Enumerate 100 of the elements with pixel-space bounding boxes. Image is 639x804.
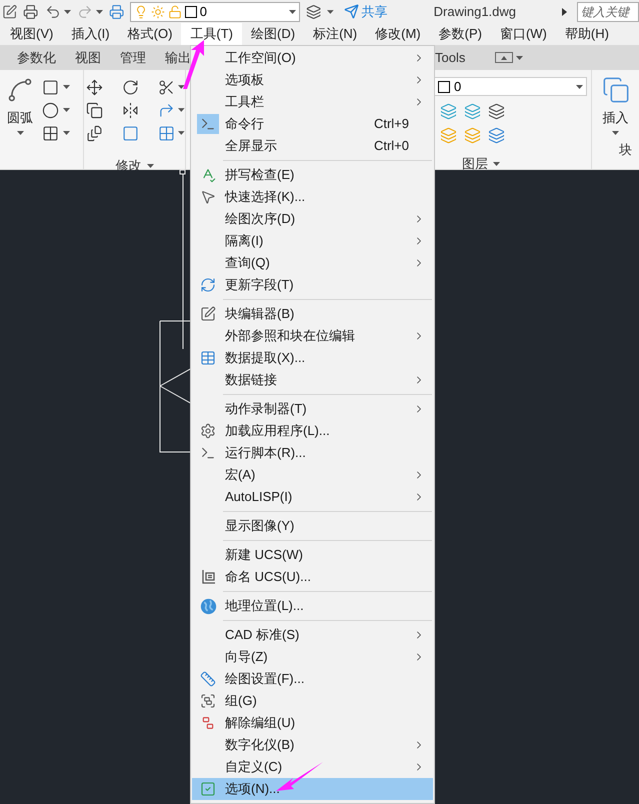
color-swatch (438, 80, 450, 92)
menu-bar-item[interactable]: 帮助(H) (556, 23, 618, 45)
caret-icon (326, 10, 334, 14)
ellipse-icon (42, 102, 58, 118)
terminal-icon (200, 445, 216, 461)
arc-button[interactable]: 圆弧 (4, 76, 36, 169)
menu-item[interactable]: CAD 标准(S) (192, 624, 433, 646)
menu-item[interactable]: 解除编组(U) (192, 712, 433, 734)
menu-item[interactable]: 块编辑器(B) (192, 303, 433, 325)
menu-item[interactable]: 命名 UCS(U)... (192, 566, 433, 588)
panel-label: 图层 (462, 155, 488, 173)
ribbon-tab[interactable]: 输出 (165, 48, 191, 68)
menu-item[interactable]: 选项板 (192, 69, 433, 91)
menu-bar-item[interactable]: 插入(I) (62, 23, 119, 45)
insert-button[interactable]: 插入 (602, 76, 630, 134)
menu-bar-item[interactable]: 视图(V) (1, 23, 62, 45)
menu-item[interactable]: 宏(A) (192, 464, 433, 486)
layer-properties-icon (306, 4, 321, 20)
caret-icon (63, 108, 70, 112)
menu-item[interactable]: 数字化仪(B) (192, 734, 433, 756)
caret-icon (288, 10, 296, 14)
menu-bar-item[interactable]: 格式(O) (118, 23, 182, 45)
menu-item[interactable]: 全屏显示 Ctrl+0 (192, 135, 433, 157)
menu-item[interactable]: 显示图像(Y) (192, 515, 433, 537)
caret-icon (576, 84, 583, 88)
menu-bar-item[interactable]: 工具(T) (181, 23, 242, 45)
menu-item[interactable]: 运行脚本(R)... (192, 442, 433, 464)
menu-item[interactable]: 向导(Z) (192, 646, 433, 668)
menu-bar-item[interactable]: 窗口(W) (490, 23, 556, 45)
menu-item[interactable]: 拼写检查(E) (192, 164, 433, 186)
ribbon-tab[interactable]: Tools (435, 48, 466, 68)
rectangle-icon (42, 78, 58, 96)
share-button[interactable]: 共享 (344, 2, 388, 22)
menu-item[interactable]: 外部参照和块在位编辑 (192, 325, 433, 347)
menu-item[interactable]: 动作录制器(T) (192, 398, 433, 420)
menu-item[interactable]: 地理位置(L)... (192, 595, 433, 617)
ellipse-button[interactable] (40, 100, 60, 120)
ribbon-tab[interactable]: 视图 (75, 48, 101, 68)
layer-dropdown[interactable]: 0 (130, 2, 300, 22)
caret-icon (16, 130, 24, 134)
menu-bar-item[interactable]: 参数(P) (430, 23, 491, 45)
gear-icon (200, 423, 216, 439)
caret-icon (178, 85, 185, 89)
menu-item[interactable]: 数据提取(X)... (192, 347, 433, 369)
shortcut-text: Ctrl+9 (374, 115, 409, 134)
pointer-icon (200, 189, 216, 205)
menu-bar-item[interactable]: 绘图(D) (242, 23, 304, 45)
menu-item[interactable]: AutoLISP(I) (192, 486, 433, 508)
menu-item[interactable]: 数据链接 (192, 369, 433, 391)
menu-item[interactable]: 组(G) (192, 690, 433, 712)
menu-item[interactable]: 工作空间(O) (192, 47, 433, 69)
menu-item[interactable]: 隔离(I) (192, 230, 433, 252)
copy-button[interactable] (84, 100, 104, 120)
layer-dropdown[interactable]: 0 (434, 77, 587, 96)
trim-icon (158, 78, 175, 96)
table-icon (200, 350, 216, 366)
caret-icon (146, 164, 154, 168)
menu-item[interactable]: 绘图次序(D) (192, 208, 433, 230)
pen-icon (200, 306, 216, 322)
menu-item[interactable]: 自定义(C) (192, 756, 433, 778)
menu-item[interactable]: 选项(N)... (192, 778, 433, 800)
search-field[interactable]: 键入关键 (577, 2, 639, 22)
caret-icon (63, 85, 70, 89)
ungroup-icon (200, 715, 216, 731)
panel-label: 块 (619, 140, 632, 158)
sun-icon (150, 4, 165, 18)
menu-bar-item[interactable]: 修改(M) (366, 23, 430, 45)
menu-item[interactable]: 绘图设置(F)... (192, 668, 433, 690)
menu-item[interactable]: 工具栏 (192, 91, 433, 113)
menu-item[interactable]: 加载应用程序(L)... (192, 420, 433, 442)
print-icon (23, 4, 38, 20)
group-icon (200, 693, 216, 709)
shortcut-text: Ctrl+0 (374, 137, 409, 156)
move-icon (86, 78, 102, 96)
expand-arrow-icon (562, 8, 568, 16)
caret-icon (63, 131, 70, 135)
menu-item[interactable]: 快速选择(K)... (192, 186, 433, 208)
caret-icon (178, 108, 185, 112)
undo-icon (44, 4, 60, 20)
mirror-icon (122, 102, 139, 118)
menu-bar-item[interactable]: 标注(N) (304, 23, 366, 45)
menu-item[interactable]: 查询(Q) (192, 252, 433, 274)
panel-toggle-icon (495, 52, 514, 63)
array-icon (158, 124, 175, 142)
menu-item[interactable]: 新建 UCS(W) (192, 544, 433, 566)
color-swatch (184, 6, 197, 18)
copy-icon (86, 102, 102, 118)
unlock-icon (168, 4, 182, 18)
caret-icon (493, 162, 500, 166)
document-title: Drawing1.dwg (434, 2, 516, 21)
send-icon (344, 4, 359, 19)
ribbon-tab[interactable]: 管理 (120, 48, 146, 68)
caret-icon (96, 10, 102, 14)
ribbon-tab[interactable]: 参数化 (17, 48, 56, 68)
redo-icon (76, 4, 92, 20)
rotate-icon (122, 78, 139, 96)
menu-item[interactable]: 命令行 Ctrl+9 (192, 113, 433, 135)
move-button[interactable] (84, 77, 104, 97)
caret-icon (178, 131, 185, 135)
menu-item[interactable]: 更新字段(T) (192, 274, 433, 296)
